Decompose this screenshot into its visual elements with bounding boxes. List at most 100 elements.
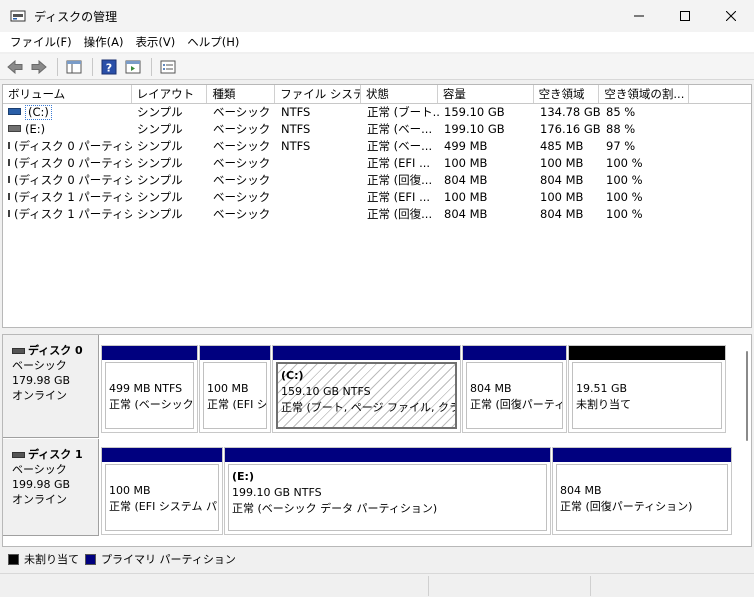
free-space-cell: 485 MB [540, 139, 584, 153]
volume-name: (ディスク 1 パーティシ... [14, 207, 132, 221]
partition-size: 804 MB [470, 382, 512, 395]
status-cell: 正常 (ブート... [367, 105, 439, 119]
close-button[interactable] [708, 0, 754, 32]
partition-size: 19.51 GB [576, 382, 628, 395]
partition-block[interactable]: 100 MB 正常 (EFI システム パーティション) [101, 447, 223, 535]
capacity-cell: 159.10 GB [444, 105, 505, 119]
partition-block-selected[interactable]: (C:) 159.10 GB NTFS 正常 (ブート, ページ ファイル, ク… [272, 345, 461, 433]
partition-body: 19.51 GB 未割り当て [572, 362, 722, 429]
disk-info-0[interactable]: ディスク 0 ベーシック 179.98 GB オンライン [3, 335, 99, 438]
partition-status: 正常 (回復パーティション) [470, 398, 562, 411]
partition-status: 未割り当て [576, 398, 631, 411]
type-cell: ベーシック [213, 122, 271, 136]
partition-block[interactable]: 100 MB 正常 (EFI システム パーティション) [199, 345, 271, 433]
properties-button[interactable] [157, 57, 179, 77]
partition-body: (E:) 199.10 GB NTFS 正常 (ベーシック データ パーティショ… [228, 464, 547, 531]
partition-status: 正常 (EFI システム パーティション) [109, 500, 218, 513]
forward-button[interactable] [28, 57, 50, 77]
menu-action[interactable]: 操作(A) [78, 34, 130, 50]
maximize-button[interactable] [662, 0, 708, 32]
column-header-free-space[interactable]: 空き領域 [534, 85, 600, 103]
table-row[interactable]: (E:) シンプル ベーシック NTFS 正常 (ベー... 199.10 GB… [3, 121, 751, 138]
percent-free-cell: 88 % [606, 122, 636, 136]
column-header-file-system[interactable]: ファイル システム [275, 85, 362, 103]
show-hide-console-tree-button[interactable] [63, 57, 85, 77]
column-header-percent-free[interactable]: 空き領域の割... [599, 85, 690, 103]
unallocated-legend-label: 未割り当て [24, 553, 79, 566]
partition-block[interactable]: 19.51 GB 未割り当て [568, 345, 726, 433]
toolbar: ? [0, 54, 754, 80]
minimize-button[interactable] [616, 0, 662, 32]
free-space-cell: 100 MB [540, 190, 584, 204]
disk-icon [12, 347, 25, 354]
disk-row-0: ディスク 0 ベーシック 179.98 GB オンライン 499 MB NTFS… [3, 335, 743, 438]
menu-bar: ファイル(F) 操作(A) 表示(V) ヘルプ(H) [0, 32, 754, 52]
partition-size: 100 MB [207, 382, 249, 395]
status-bar [0, 573, 754, 597]
table-row[interactable]: (ディスク 1 パーティシ... シンプル ベーシック 正常 (EFI ... … [3, 189, 751, 206]
partition-size: 100 MB [109, 484, 151, 497]
partition-status: 正常 (EFI システム パーティション) [207, 398, 267, 411]
free-space-cell: 804 MB [540, 207, 584, 221]
partition-body: 804 MB 正常 (回復パーティション) [466, 362, 563, 429]
partition-status: 正常 (回復パーティション) [560, 500, 693, 513]
menu-help[interactable]: ヘルプ(H) [181, 34, 245, 50]
drive-icon [8, 159, 10, 166]
partition-body: 804 MB 正常 (回復パーティション) [556, 464, 728, 531]
menu-view[interactable]: 表示(V) [129, 34, 181, 50]
show-action-pane-button[interactable] [122, 57, 144, 77]
partition-size: 804 MB [560, 484, 602, 497]
drive-icon [8, 193, 10, 200]
layout-cell: シンプル [137, 207, 183, 221]
disk-view-scrollbar[interactable] [743, 351, 751, 531]
status-cell: 正常 (回復... [367, 173, 433, 187]
partition-block[interactable]: 804 MB 正常 (回復パーティション) [462, 345, 567, 433]
help-button[interactable]: ? [98, 57, 120, 77]
capacity-cell: 199.10 GB [444, 122, 505, 136]
partition-status: 正常 (ブート, ページ ファイル, クラッシュ ダンプ, ベーシック データ … [281, 401, 455, 414]
action-pane-icon [125, 60, 141, 73]
legend: 未割り当て プライマリ パーティション [2, 548, 752, 570]
primary-partition-bar [463, 346, 566, 360]
table-row[interactable]: (ディスク 0 パーティシ... シンプル ベーシック 正常 (EFI ... … [3, 155, 751, 172]
free-space-cell: 100 MB [540, 156, 584, 170]
properties-icon [160, 60, 176, 73]
column-header-layout[interactable]: レイアウト [132, 85, 208, 103]
volume-cell: (ディスク 0 パーティシ... [3, 172, 132, 189]
scrollbar-thumb[interactable] [746, 351, 748, 441]
partition-block[interactable]: (E:) 199.10 GB NTFS 正常 (ベーシック データ パーティショ… [224, 447, 551, 535]
partition-block[interactable]: 804 MB 正常 (回復パーティション) [552, 447, 732, 535]
volume-list-header: ボリューム レイアウト 種類 ファイル システム 状態 容量 空き領域 空き領域… [3, 85, 751, 104]
title-bar: ディスクの管理 [0, 0, 754, 32]
partition-block[interactable]: 499 MB NTFS 正常 (ベーシック データ パーティション) [101, 345, 198, 433]
layout-cell: シンプル [137, 190, 183, 204]
column-header-capacity[interactable]: 容量 [438, 85, 534, 103]
back-button[interactable] [4, 57, 26, 77]
volume-name: (ディスク 0 パーティシ... [14, 173, 132, 187]
column-header-status[interactable]: 状態 [361, 85, 438, 103]
menu-file[interactable]: ファイル(F) [4, 34, 78, 50]
table-row[interactable]: (ディスク 0 パーティシ... シンプル ベーシック 正常 (回復... 80… [3, 172, 751, 189]
disk-status: オンライン [12, 389, 67, 402]
primary-partition-bar [225, 448, 550, 462]
svg-text:?: ? [106, 61, 112, 74]
table-row[interactable]: (C:) シンプル ベーシック NTFS 正常 (ブート... 159.10 G… [3, 104, 751, 121]
close-icon [726, 11, 736, 21]
disk-info-1[interactable]: ディスク 1 ベーシック 199.98 GB オンライン [3, 439, 99, 536]
column-header-volume[interactable]: ボリューム [3, 85, 132, 103]
drive-icon [8, 210, 10, 217]
table-row[interactable]: (ディスク 0 パーティシ... シンプル ベーシック NTFS 正常 (ベー.… [3, 138, 751, 155]
drive-icon [8, 142, 10, 149]
disk-type: ベーシック [12, 463, 67, 476]
type-cell: ベーシック [213, 207, 271, 221]
capacity-cell: 100 MB [444, 190, 488, 204]
disk-name: ディスク 1 [28, 448, 83, 461]
partition-body: 499 MB NTFS 正常 (ベーシック データ パーティション) [105, 362, 194, 429]
volume-list[interactable]: ボリューム レイアウト 種類 ファイル システム 状態 容量 空き領域 空き領域… [2, 84, 752, 328]
disk-graphical-view[interactable]: ディスク 0 ベーシック 179.98 GB オンライン 499 MB NTFS… [2, 334, 752, 547]
volume-cell: (C:) [3, 105, 132, 120]
table-row[interactable]: (ディスク 1 パーティシ... シンプル ベーシック 正常 (回復... 80… [3, 206, 751, 223]
toolbar-separator [151, 57, 152, 76]
column-header-type[interactable]: 種類 [207, 85, 276, 103]
file-system-cell: NTFS [281, 122, 311, 136]
